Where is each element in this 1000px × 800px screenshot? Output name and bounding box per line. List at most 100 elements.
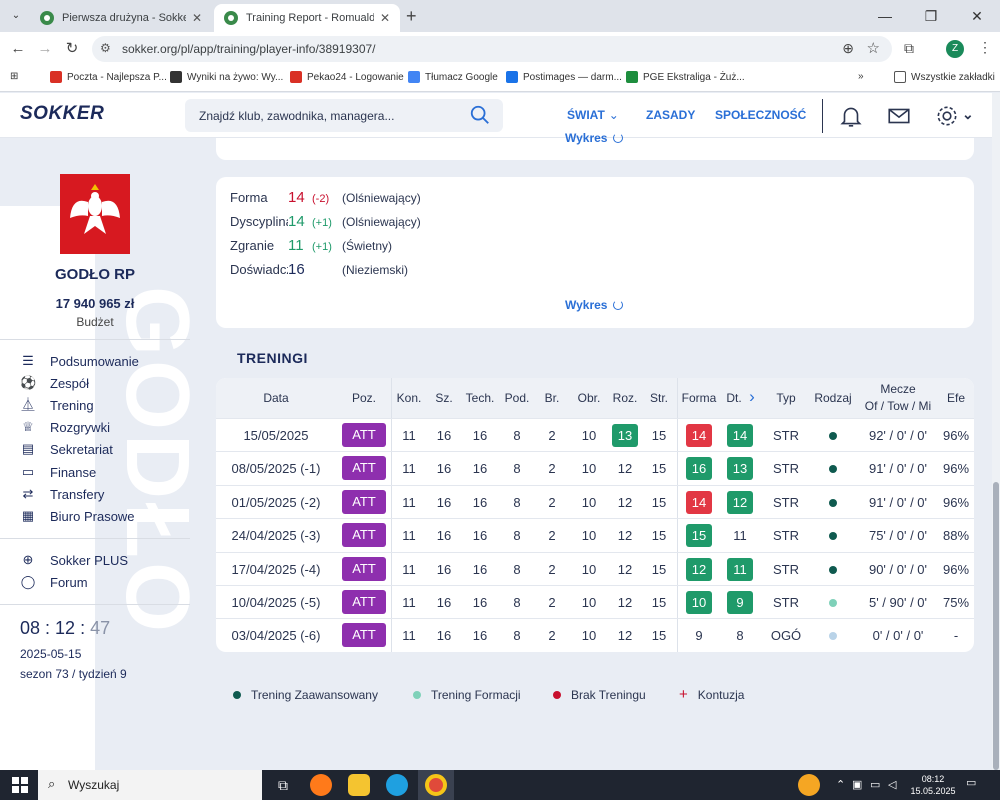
weather-icon[interactable] [798, 774, 820, 796]
position-badge[interactable]: ATT [342, 456, 386, 481]
bookmark-item[interactable]: Tłumacz Google [408, 71, 498, 83]
tab-search-button[interactable]: ⌄ [6, 6, 26, 26]
browser-tab-2-active[interactable]: Training Report - Romuald Waj ✕ [214, 4, 400, 32]
new-tab-button[interactable]: + [406, 6, 417, 27]
bell-icon[interactable] [838, 103, 864, 129]
position-badge[interactable]: ATT [342, 556, 386, 581]
tray-app-icon[interactable]: ▣ [852, 778, 862, 791]
bookmark-star-icon[interactable]: ☆ [867, 39, 880, 57]
close-tab-icon[interactable]: ✕ [380, 11, 390, 25]
sokker-logo[interactable]: SOKKER [20, 103, 104, 125]
bookmarks-overflow-button[interactable]: » [858, 71, 864, 82]
url-bar[interactable]: ⚙ sokker.org/pl/app/training/player-info… [92, 36, 892, 62]
club-emblem-eagle[interactable] [60, 174, 130, 254]
firefox-icon[interactable] [310, 774, 332, 796]
forward-arrow-icon[interactable]: → [35, 39, 55, 59]
bookmark-label: Pekao24 - Logowanie [307, 71, 404, 83]
plus-circle-icon: ⊕ [22, 552, 34, 567]
back-arrow-icon[interactable]: ← [8, 39, 28, 59]
zoom-icon[interactable]: ⊕ [842, 40, 854, 57]
header-typ[interactable]: Typ [768, 391, 804, 405]
url-text[interactable]: sokker.org/pl/app/training/player-info/3… [122, 42, 376, 56]
bookmark-favicon-icon [290, 71, 302, 83]
task-view-icon[interactable]: ⧉ [272, 774, 294, 796]
header-tech[interactable]: Tech. [462, 391, 498, 405]
bookmark-item[interactable]: Postimages — darm... [506, 71, 622, 83]
sidebar-item-transfery[interactable]: ⇄ Transfery [20, 486, 105, 502]
edge-icon[interactable] [386, 774, 408, 796]
nav-swiat[interactable]: ŚWIAT ⌄ [567, 108, 619, 122]
position-badge[interactable]: ATT [342, 590, 386, 614]
chevron-down-icon[interactable]: ⌄ [962, 106, 974, 123]
nav-zasady[interactable]: ZASADY [646, 108, 695, 122]
profile-avatar[interactable]: Z [946, 40, 964, 58]
header-efe[interactable]: Efe [938, 391, 974, 405]
site-search-input[interactable]: Znajdź klub, zawodnika, managera... [185, 99, 503, 132]
position-badge[interactable]: ATT [342, 489, 386, 514]
speaker-icon[interactable]: ◁ [888, 778, 896, 791]
header-kon[interactable]: Kon. [392, 391, 426, 405]
position-badge[interactable]: ATT [342, 523, 386, 548]
taskbar-clock[interactable]: 08:12 15.05.2025 [910, 773, 956, 797]
header-dt[interactable]: Dt. [722, 391, 746, 405]
header-br[interactable]: Br. [536, 391, 568, 405]
header-mecze[interactable]: Mecze [858, 382, 938, 396]
sidebar-item-sokker-plus[interactable]: ⊕ Sokker PLUS [20, 552, 129, 568]
bookmark-item[interactable]: PGE Ekstraliga - Żuż... [626, 71, 745, 83]
bookmark-item[interactable]: Wyniki na żywo: Wy... [170, 71, 283, 83]
bookmark-item[interactable]: Pekao24 - Logowanie [290, 71, 404, 83]
header-str[interactable]: Str. [644, 391, 674, 405]
browser-tab-1[interactable]: Pierwsza drużyna - Sokker Man ✕ [30, 4, 212, 32]
apps-grid-icon[interactable]: ⊞ [10, 71, 18, 82]
position-badge[interactable]: ATT [342, 623, 386, 648]
sidebar-item-forum[interactable]: ◯ Forum [20, 574, 88, 590]
maximize-button[interactable]: ❐ [908, 0, 954, 32]
notifications-icon[interactable]: ▭ [966, 776, 976, 789]
extensions-icon[interactable]: ⧉ [904, 40, 914, 57]
club-name[interactable]: GODŁO RP [0, 266, 190, 283]
mail-icon[interactable] [886, 103, 912, 129]
bookmark-favicon-icon [506, 71, 518, 83]
position-badge[interactable]: ATT [342, 423, 386, 447]
header-data[interactable]: Data [236, 391, 316, 405]
scrollbar-thumb[interactable] [993, 482, 999, 770]
chrome-icon[interactable] [425, 774, 447, 796]
header-rodzaj[interactable]: Rodzaj [808, 391, 858, 405]
reload-icon[interactable]: ↻ [62, 39, 82, 59]
nav-spolecznosc[interactable]: SPOŁECZNOŚĆ [715, 108, 806, 122]
sidebar-item-finanse[interactable]: ▭ Finanse [20, 464, 96, 480]
sidebar-item-zespol[interactable]: ⚽ Zespół [20, 375, 89, 391]
minimize-button[interactable]: — [862, 0, 908, 32]
bookmark-item[interactable]: Poczta - Najlepsza P... [50, 71, 167, 83]
sidebar-item-podsumowanie[interactable]: ☰ Podsumowanie [20, 353, 139, 369]
header-roz[interactable]: Roz. [608, 391, 642, 405]
sidebar-item-biuro-prasowe[interactable]: ▦ Biuro Prasowe [20, 508, 135, 524]
header-obr[interactable]: Obr. [570, 391, 608, 405]
close-window-button[interactable]: ✕ [954, 0, 1000, 32]
cell-dt: 14 [727, 424, 753, 447]
chevron-up-icon[interactable]: ⌃ [836, 778, 845, 791]
close-tab-icon[interactable]: ✕ [192, 11, 202, 25]
sidebar-item-rozgrywki[interactable]: ♕ Rozgrywki [20, 419, 110, 435]
search-icon[interactable] [469, 104, 491, 126]
sidebar-item-trening[interactable]: ⏅ Trening [20, 397, 93, 413]
chevron-right-icon[interactable]: › [744, 387, 760, 407]
browser-menu-icon[interactable]: ⋮ [978, 39, 992, 56]
table-row: 10/04/2025 (-5) 11 16 16 8 2 10 15 STR 5' / 90' /… [216, 585, 974, 618]
header-pod[interactable]: Pod. [500, 391, 534, 405]
stat-value: 16 [288, 261, 305, 278]
file-explorer-icon[interactable] [348, 774, 370, 796]
gear-icon[interactable] [934, 103, 960, 129]
stat-label: Dyscyplina [230, 214, 288, 229]
taskbar-search-input[interactable]: ⌕ Wyszukaj [38, 770, 262, 800]
wykres-link[interactable]: Wykres [565, 131, 624, 145]
network-icon[interactable]: ▭ [870, 778, 880, 791]
header-forma[interactable]: Forma [678, 391, 720, 405]
header-poz[interactable]: Poz. [342, 391, 386, 405]
header-sz[interactable]: Sz. [428, 391, 460, 405]
site-info-icon[interactable]: ⚙ [100, 41, 111, 55]
sidebar-item-sekretariat[interactable]: ▤ Sekretariat [20, 441, 113, 457]
windows-start-icon[interactable] [12, 777, 28, 793]
all-bookmarks-button[interactable]: Wszystkie zakładki [894, 71, 995, 83]
wykres-link[interactable]: Wykres [565, 298, 624, 312]
